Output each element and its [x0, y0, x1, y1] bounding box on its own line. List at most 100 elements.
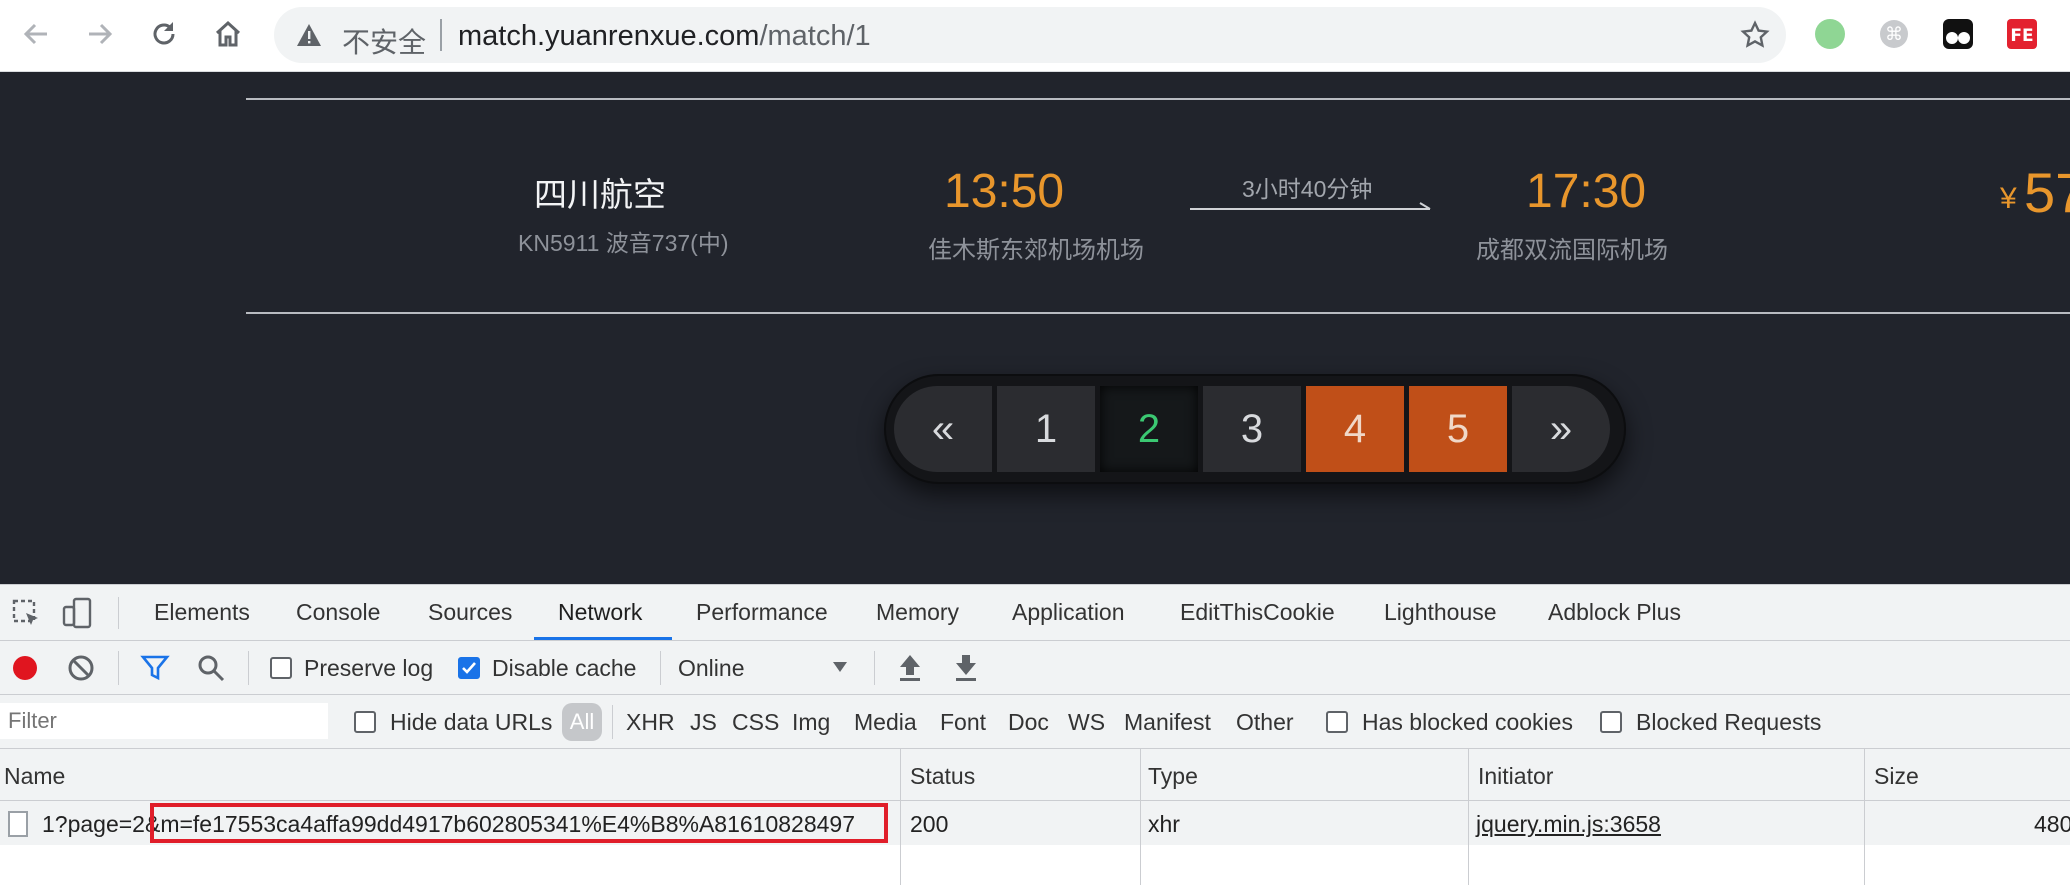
column-initiator[interactable]: Initiator [1478, 763, 1553, 790]
pagination-prev-button[interactable]: « [894, 386, 992, 472]
address-bar[interactable]: 不安全 match.yuanrenxue.com/match/1 [274, 7, 1786, 63]
tab-editthiscookie[interactable]: EditThisCookie [1180, 599, 1335, 626]
divider-top [246, 98, 2070, 100]
tab-console[interactable]: Console [296, 599, 380, 626]
tab-lighthouse[interactable]: Lighthouse [1384, 599, 1497, 626]
type-filter-media[interactable]: Media [854, 709, 917, 736]
pagination-page-3[interactable]: 3 [1203, 386, 1301, 472]
file-icon [8, 811, 28, 837]
pagination-page-4[interactable]: 4 [1306, 386, 1404, 472]
departure-airport: 佳木斯东郊机场机场 [928, 237, 1144, 264]
tab-separator [118, 597, 119, 629]
type-filter-other[interactable]: Other [1236, 709, 1294, 736]
toolbar-separator [118, 651, 119, 685]
inspect-element-icon[interactable] [12, 599, 42, 629]
tab-network[interactable]: Network [558, 599, 642, 626]
type-filter-doc[interactable]: Doc [1008, 709, 1049, 736]
column-size[interactable]: Size [1874, 763, 1919, 790]
back-arrow-icon [23, 23, 47, 45]
extension-green[interactable] [1812, 16, 1848, 52]
request-status: 200 [910, 811, 949, 837]
hide-data-urls-label: Hide data URLs [390, 709, 553, 735]
tab-adblock-plus[interactable]: Adblock Plus [1548, 599, 1681, 626]
tab-elements[interactable]: Elements [154, 599, 250, 626]
bookmark-star-icon[interactable] [1740, 20, 1770, 50]
record-icon[interactable] [10, 653, 40, 683]
reload-button[interactable] [144, 14, 184, 54]
forward-button[interactable] [80, 14, 120, 54]
column-divider [1140, 749, 1141, 885]
forward-arrow-icon [89, 23, 113, 45]
extension-fehelper[interactable]: FE [2004, 16, 2040, 52]
flight-price: 57 [2024, 161, 2070, 224]
price-currency: ¥ [2000, 182, 2017, 215]
tab-memory[interactable]: Memory [876, 599, 959, 626]
has-blocked-cookies-checkbox[interactable] [1326, 711, 1348, 733]
device-toolbar-icon[interactable] [62, 597, 94, 629]
hide-data-urls-checkbox[interactable] [354, 711, 376, 733]
disable-cache-label: Disable cache [492, 655, 637, 681]
throttling-select[interactable]: Online [678, 655, 744, 682]
highlight-box [150, 803, 888, 843]
tab-sources[interactable]: Sources [428, 599, 512, 626]
type-filter-all[interactable]: All [562, 703, 602, 741]
export-har-icon[interactable] [952, 653, 980, 683]
not-secure-label: 不安全 [342, 27, 427, 58]
reload-icon [153, 22, 175, 45]
type-filter-img[interactable]: Img [792, 709, 830, 736]
search-icon[interactable] [196, 653, 226, 683]
import-har-icon[interactable] [896, 653, 924, 683]
column-type[interactable]: Type [1148, 763, 1198, 790]
departure-time: 13:50 [944, 165, 1065, 218]
clear-icon[interactable] [66, 653, 96, 683]
column-divider [900, 749, 901, 885]
devtools-panel: Elements Console Sources Network Perform… [0, 584, 2070, 885]
pagination-next-button[interactable]: » [1512, 386, 1610, 472]
tampermonkey-icon [1943, 19, 1973, 49]
selected-tab-indicator [534, 637, 672, 640]
network-filter-bar: Hide data URLs All XHR JS CSS Img Media … [0, 695, 2070, 749]
warning-icon [297, 24, 321, 46]
type-filter-xhr[interactable]: XHR [626, 709, 675, 736]
type-filter-ws[interactable]: WS [1068, 709, 1105, 736]
arrival-airport: 成都双流国际机场 [1476, 237, 1668, 264]
request-size: 480 [2034, 811, 2070, 837]
request-name-prefix: 1?page=2 [42, 811, 145, 837]
type-filter-font[interactable]: Font [940, 709, 986, 736]
extension-tampermonkey[interactable] [1940, 16, 1976, 52]
pagination-page-5[interactable]: 5 [1409, 386, 1507, 472]
back-button[interactable] [16, 14, 56, 54]
disable-cache-checkbox[interactable] [458, 657, 480, 679]
preserve-log-checkbox[interactable] [270, 657, 292, 679]
browser-toolbar: 不安全 match.yuanrenxue.com/match/1 ⌘ FE [0, 0, 2070, 72]
svg-text:⌘: ⌘ [1885, 24, 1903, 45]
network-toolbar: Preserve log Disable cache Online [0, 641, 2070, 695]
url-host: match.yuanrenxue.com [458, 20, 760, 52]
column-divider [1468, 749, 1469, 885]
toolbar-separator [660, 651, 661, 685]
checkmark-icon [462, 662, 476, 674]
page-content: 四川航空 KN5911 波音737(中) 13:50 佳木斯东郊机场机场 3小时… [0, 72, 2070, 584]
home-button[interactable] [208, 14, 248, 54]
filter-funnel-icon[interactable] [140, 653, 170, 683]
pagination-page-1[interactable]: 1 [997, 386, 1095, 472]
tab-performance[interactable]: Performance [696, 599, 828, 626]
type-filter-manifest[interactable]: Manifest [1124, 709, 1211, 736]
arrival-time: 17:30 [1526, 165, 1647, 218]
blocked-requests-checkbox[interactable] [1600, 711, 1622, 733]
preserve-log-label: Preserve log [304, 655, 434, 681]
svg-text:FE: FE [2010, 26, 2033, 46]
pagination-page-2[interactable]: 2 [1100, 386, 1198, 472]
url-separator [440, 19, 442, 51]
request-initiator-link[interactable]: jquery.min.js:3658 [1476, 811, 1661, 838]
column-name[interactable]: Name [4, 763, 65, 790]
tab-application[interactable]: Application [1012, 599, 1125, 626]
url-text[interactable]: match.yuanrenxue.com/match/1 [458, 20, 871, 53]
extension-command[interactable]: ⌘ [1876, 16, 1912, 52]
has-blocked-cookies-label: Has blocked cookies [1362, 709, 1573, 735]
filter-input[interactable] [0, 703, 328, 739]
column-status[interactable]: Status [910, 763, 975, 790]
type-filter-css[interactable]: CSS [732, 709, 779, 736]
dropdown-caret-icon[interactable] [832, 661, 848, 673]
type-filter-js[interactable]: JS [690, 709, 717, 736]
